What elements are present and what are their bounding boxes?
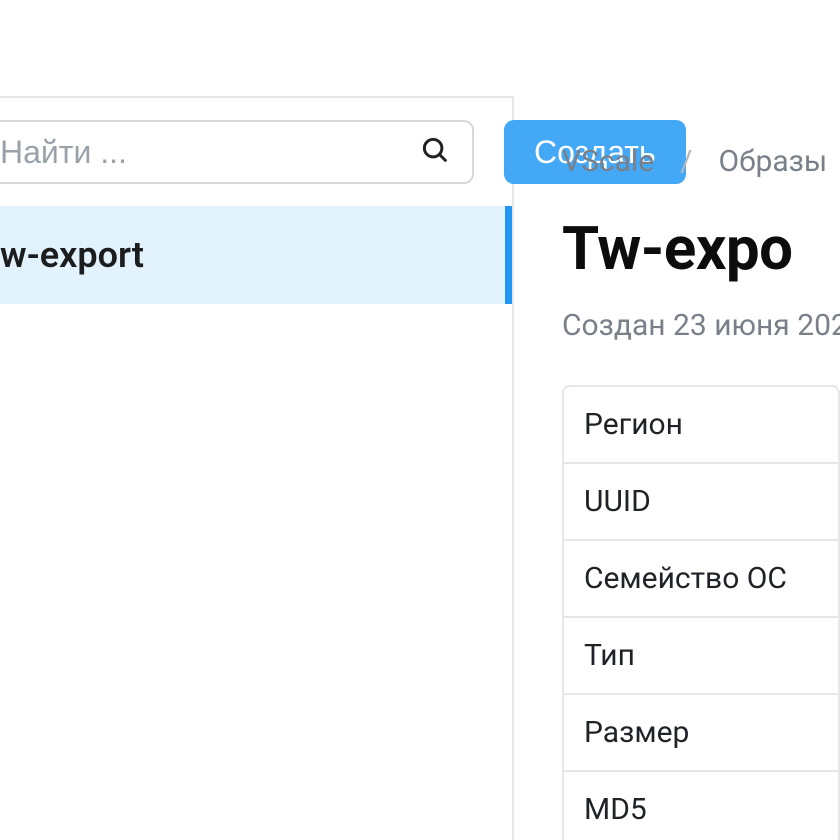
info-row-region: Регион [564, 387, 838, 464]
info-label: Размер [584, 715, 689, 750]
sidebar-item-tw-export[interactable]: w-export [0, 206, 512, 304]
info-label: UUID [584, 484, 651, 519]
breadcrumb-sep-icon: / [680, 144, 692, 179]
info-row-uuid: UUID [564, 464, 838, 541]
info-row-size: Размер [564, 695, 838, 772]
info-row-md5: MD5 [564, 772, 838, 840]
created-date: Создан 23 июня 2024 [562, 308, 840, 343]
search-box[interactable] [0, 120, 474, 184]
info-label: Регион [584, 407, 683, 442]
left-panel: Создать w-export [0, 96, 514, 840]
info-table: Регион UUID Семейство ОС Тип Размер MD5 [562, 385, 840, 840]
info-label: Семейство ОС [584, 561, 787, 596]
breadcrumbs: VScale / Образы / [562, 144, 840, 179]
left-toolbar: Создать [0, 98, 512, 206]
search-icon[interactable] [420, 135, 450, 169]
page-title: Tw-expo [562, 213, 840, 284]
detail-panel: VScale / Образы / Tw-expo Создан 23 июня… [514, 96, 840, 840]
breadcrumb-item-images[interactable]: Образы [719, 144, 828, 179]
info-label: MD5 [584, 792, 647, 827]
info-row-type: Тип [564, 618, 838, 695]
breadcrumb-item-vscale[interactable]: VScale [562, 144, 654, 179]
sidebar-item-label: w-export [0, 234, 144, 276]
info-label: Тип [584, 638, 635, 673]
search-input[interactable] [0, 134, 420, 171]
info-row-osfamily: Семейство ОС [564, 541, 838, 618]
